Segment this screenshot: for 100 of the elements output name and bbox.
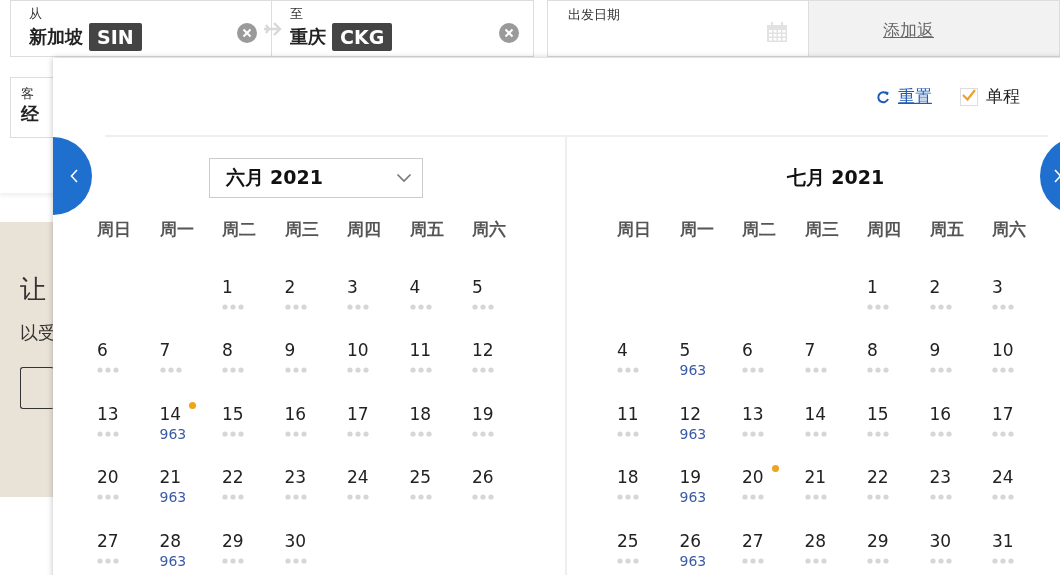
day-cell[interactable]: 28 xyxy=(804,530,827,564)
day-cell[interactable]: 23 xyxy=(929,467,952,500)
day-cell[interactable]: 15 xyxy=(867,403,889,437)
cabin-field[interactable]: 客 经 xyxy=(10,77,53,138)
day-cell[interactable]: 6 xyxy=(742,340,764,373)
day-cell[interactable]: 14 963 xyxy=(159,403,197,442)
month-select[interactable]: 六月 2021 xyxy=(208,158,423,198)
day-cell[interactable]: 4 xyxy=(409,276,432,310)
clear-icon[interactable] xyxy=(237,22,257,43)
day-cell[interactable]: 4 xyxy=(617,340,639,373)
day-cell[interactable]: 1 xyxy=(867,276,889,310)
day-cell[interactable]: 23 xyxy=(284,467,307,500)
day-cell[interactable]: 10 xyxy=(347,340,369,373)
dots-icon xyxy=(867,430,889,437)
day-cell[interactable]: 28 963 xyxy=(159,530,187,569)
dots-icon xyxy=(992,367,1014,373)
day-cell[interactable]: 21 963 xyxy=(159,467,187,505)
day-cell[interactable]: 3 xyxy=(347,276,369,310)
day-cell[interactable]: 14 xyxy=(804,403,827,437)
weekday-header: 周二 xyxy=(742,218,777,242)
dots-icon xyxy=(472,494,494,500)
dots-icon xyxy=(97,367,119,373)
day-cell[interactable]: 13 xyxy=(97,403,119,437)
add-return-link[interactable]: 添加返 xyxy=(883,20,934,40)
day-cell[interactable]: 31 xyxy=(992,530,1014,564)
day-cell[interactable]: 26 963 xyxy=(679,530,707,569)
day-cell[interactable]: 27 xyxy=(742,530,764,564)
day-cell[interactable]: 27 xyxy=(97,530,119,564)
price-text: 963 xyxy=(159,425,187,442)
day-cell[interactable]: 11 xyxy=(409,340,432,373)
field-label: 客 xyxy=(21,86,35,102)
day-cell[interactable]: 8 xyxy=(867,340,889,373)
day-cell[interactable]: 13 xyxy=(742,403,764,437)
date-field[interactable]: 出发日期 xyxy=(547,0,809,57)
day-cell[interactable]: 21 xyxy=(804,467,827,500)
dots-icon xyxy=(804,367,827,373)
day-cell[interactable]: 24 xyxy=(347,467,369,500)
day-cell[interactable]: 29 xyxy=(867,530,889,564)
day-cell[interactable]: 17 xyxy=(347,403,369,437)
day-cell[interactable]: 24 xyxy=(992,467,1014,500)
day-cell[interactable]: 18 xyxy=(617,467,639,500)
day-cell[interactable]: 19 xyxy=(472,403,494,437)
day-cell[interactable]: 30 xyxy=(929,530,952,564)
day-cell[interactable]: 1 xyxy=(222,276,244,310)
field-label: 从 xyxy=(29,6,43,22)
dots-icon xyxy=(742,430,764,437)
day-cell[interactable]: 8 xyxy=(222,340,244,373)
day-cell[interactable]: 20 xyxy=(97,467,119,500)
day-cell[interactable]: 16 xyxy=(284,403,307,437)
dots-icon xyxy=(159,367,182,373)
chevron-down-icon xyxy=(395,173,412,183)
day-cell[interactable]: 19 963 xyxy=(679,467,707,505)
origin-field[interactable]: 从 新加坡 SIN xyxy=(10,0,272,57)
airport-code-badge: CKG xyxy=(332,23,393,51)
checkbox[interactable] xyxy=(960,87,978,106)
day-cell[interactable]: 5 963 xyxy=(679,340,707,378)
price-text: 963 xyxy=(679,489,707,505)
day-cell[interactable]: 22 xyxy=(222,467,244,500)
day-cell[interactable]: 6 xyxy=(97,340,119,373)
dots-icon xyxy=(284,494,307,500)
day-cell[interactable]: 16 xyxy=(929,403,952,437)
day-cell[interactable]: 12 xyxy=(472,340,494,373)
dots-icon xyxy=(222,494,244,500)
day-cell[interactable]: 7 xyxy=(159,340,182,373)
day-cell[interactable]: 7 xyxy=(804,340,827,373)
day-cell[interactable]: 25 xyxy=(409,467,432,500)
day-cell[interactable]: 29 xyxy=(222,530,244,564)
day-cell[interactable]: 5 xyxy=(472,276,494,310)
day-cell[interactable]: 18 xyxy=(409,403,432,437)
clear-icon[interactable] xyxy=(499,22,519,43)
dots-icon xyxy=(347,430,369,437)
day-cell[interactable]: 30 xyxy=(284,530,307,564)
day-cell[interactable]: 11 xyxy=(617,403,639,437)
dots-icon xyxy=(929,494,952,500)
day-cell[interactable]: 9 xyxy=(284,340,307,373)
city-name: 新加坡 xyxy=(29,25,83,49)
reset-link[interactable]: 重置 xyxy=(876,85,932,108)
day-cell[interactable]: 2 xyxy=(284,276,307,310)
day-cell[interactable]: 17 xyxy=(992,403,1014,437)
dots-icon xyxy=(284,557,307,564)
dots-icon xyxy=(742,367,764,373)
day-cell[interactable]: 12 963 xyxy=(679,403,707,442)
day-cell[interactable]: 26 xyxy=(472,467,494,500)
day-cell[interactable]: 20 xyxy=(742,467,779,500)
day-cell[interactable]: 3 xyxy=(992,276,1014,310)
price-text: 963 xyxy=(159,489,187,505)
dots-icon xyxy=(992,303,1014,310)
dots-icon xyxy=(992,430,1014,437)
day-cell[interactable]: 22 xyxy=(867,467,889,500)
dots-icon xyxy=(284,367,307,373)
month-title: 七月 2021 xyxy=(786,165,885,190)
checkmark-icon xyxy=(961,87,977,102)
day-cell[interactable]: 9 xyxy=(929,340,952,373)
dots-icon xyxy=(222,557,244,564)
day-cell[interactable]: 25 xyxy=(617,530,639,564)
day-cell[interactable]: 10 xyxy=(992,340,1014,373)
destination-field[interactable]: 至 重庆 CKG xyxy=(272,0,534,57)
day-cell[interactable]: 2 xyxy=(929,276,952,310)
dots-icon xyxy=(929,557,952,564)
day-cell[interactable]: 15 xyxy=(222,403,244,437)
